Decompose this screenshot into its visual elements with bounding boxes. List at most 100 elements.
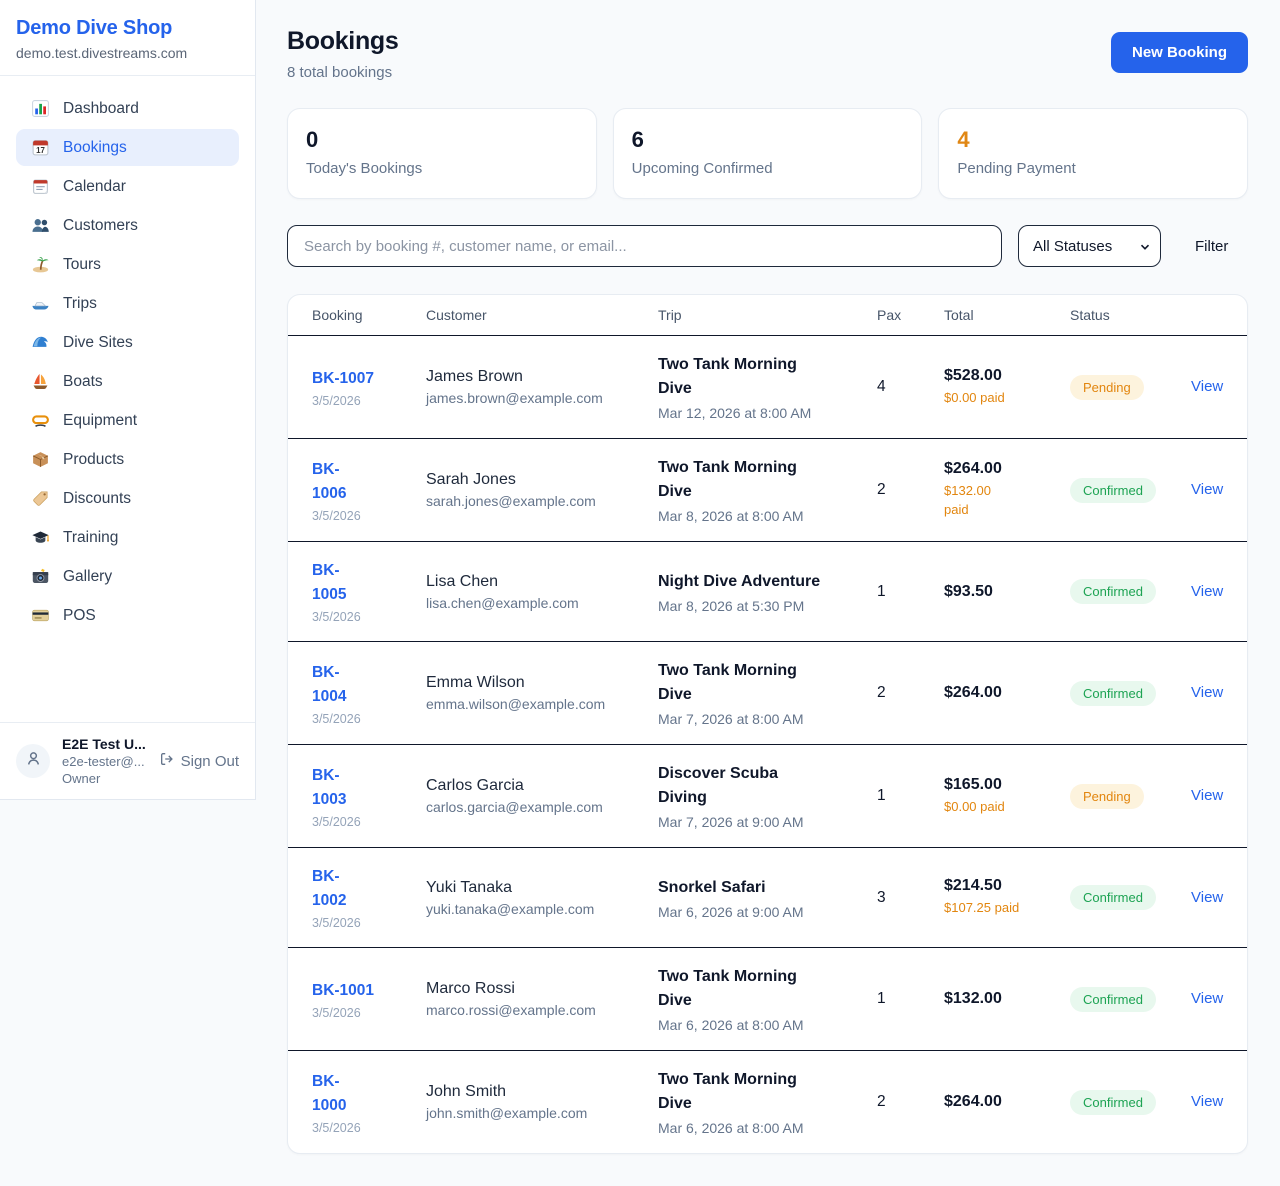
- cell-customer: Emma Wilson emma.wilson@example.com: [426, 674, 658, 712]
- table-row: BK- 1005 3/5/2026 Lisa Chen lisa.chen@ex…: [288, 542, 1247, 642]
- cell-customer: Sarah Jones sarah.jones@example.com: [426, 471, 658, 509]
- booking-date: 3/5/2026: [312, 394, 426, 408]
- cell-total: $214.50 $107.25 paid: [944, 877, 1070, 918]
- calendar-pad-icon: [31, 177, 50, 196]
- view-link[interactable]: View: [1191, 889, 1223, 906]
- sidebar-item-bookings[interactable]: 17Bookings: [16, 129, 239, 166]
- cell-customer: Carlos Garcia carlos.garcia@example.com: [426, 777, 658, 815]
- cell-status: Confirmed: [1070, 987, 1191, 1012]
- customer-email: lisa.chen@example.com: [426, 595, 658, 611]
- total-amount: $264.00: [944, 1093, 1070, 1111]
- customer-email: emma.wilson@example.com: [426, 696, 658, 712]
- sidebar-item-dive-sites[interactable]: Dive Sites: [16, 324, 239, 361]
- cell-customer: Yuki Tanaka yuki.tanaka@example.com: [426, 879, 658, 917]
- stat-value: 4: [957, 128, 1229, 152]
- stat-label: Pending Payment: [957, 160, 1229, 177]
- cell-total: $132.00: [944, 990, 1070, 1008]
- trip-datetime: Mar 12, 2026 at 8:00 AM: [658, 405, 837, 421]
- pax-value: 1: [877, 990, 944, 1008]
- cell-trip: Two Tank Morning Dive Mar 6, 2026 at 8:0…: [658, 1068, 877, 1136]
- booking-id-link[interactable]: BK- 1005: [312, 559, 426, 607]
- sidebar-item-equipment[interactable]: Equipment: [16, 402, 239, 439]
- view-link[interactable]: View: [1191, 1093, 1223, 1110]
- sidebar-item-discounts[interactable]: Discounts: [16, 480, 239, 517]
- cell-booking: BK- 1002 3/5/2026: [312, 865, 426, 930]
- cell-status: Pending: [1070, 784, 1191, 809]
- status-filter-select[interactable]: All Statuses: [1018, 225, 1161, 267]
- status-badge: Confirmed: [1070, 1090, 1156, 1115]
- sidebar-item-label: Boats: [63, 373, 103, 391]
- sign-out-button[interactable]: Sign Out: [159, 751, 239, 771]
- trip-name: Two Tank Morning Dive: [658, 1068, 837, 1116]
- user-role: Owner: [62, 771, 147, 786]
- sidebar-item-trips[interactable]: Trips: [16, 285, 239, 322]
- trip-datetime: Mar 7, 2026 at 9:00 AM: [658, 814, 837, 830]
- sidebar-item-label: Trips: [63, 295, 97, 313]
- view-link[interactable]: View: [1191, 481, 1223, 498]
- cell-view: View: [1191, 1093, 1223, 1111]
- stat-card: 0 Today's Bookings: [287, 108, 597, 199]
- sidebar-item-label: Training: [63, 529, 118, 547]
- svg-text:17: 17: [36, 146, 45, 155]
- cell-total: $165.00 $0.00 paid: [944, 776, 1070, 817]
- cell-trip: Discover Scuba Diving Mar 7, 2026 at 9:0…: [658, 762, 877, 830]
- status-badge: Confirmed: [1070, 885, 1156, 910]
- page-header: Bookings 8 total bookings New Booking: [287, 27, 1248, 81]
- booking-id-link[interactable]: BK- 1002: [312, 865, 426, 913]
- new-booking-button[interactable]: New Booking: [1111, 32, 1248, 73]
- customer-email: yuki.tanaka@example.com: [426, 901, 658, 917]
- cell-customer: John Smith john.smith@example.com: [426, 1083, 658, 1121]
- view-link[interactable]: View: [1191, 684, 1223, 701]
- sidebar-item-tours[interactable]: Tours: [16, 246, 239, 283]
- sailboat-icon: [31, 372, 50, 391]
- trip-datetime: Mar 8, 2026 at 5:30 PM: [658, 598, 837, 614]
- trip-name: Two Tank Morning Dive: [658, 456, 837, 504]
- credit-card-icon: [31, 606, 50, 625]
- sidebar-item-customers[interactable]: Customers: [16, 207, 239, 244]
- booking-id-link[interactable]: BK- 1004: [312, 661, 426, 709]
- customer-name: James Brown: [426, 368, 658, 386]
- customer-name: John Smith: [426, 1083, 658, 1101]
- cell-customer: Marco Rossi marco.rossi@example.com: [426, 980, 658, 1018]
- cell-view: View: [1191, 481, 1223, 499]
- search-input[interactable]: [287, 225, 1002, 267]
- table-row: BK- 1006 3/5/2026 Sarah Jones sarah.jone…: [288, 439, 1247, 542]
- paid-amount: $132.00 paid: [944, 482, 1070, 520]
- booking-id-link[interactable]: BK- 1006: [312, 458, 426, 506]
- sidebar-item-training[interactable]: Training: [16, 519, 239, 556]
- sidebar-nav: Dashboard17BookingsCalendarCustomersTour…: [0, 76, 255, 636]
- booking-date: 3/5/2026: [312, 1006, 426, 1020]
- cell-customer: Lisa Chen lisa.chen@example.com: [426, 573, 658, 611]
- view-link[interactable]: View: [1191, 787, 1223, 804]
- total-amount: $528.00: [944, 367, 1070, 385]
- view-link[interactable]: View: [1191, 583, 1223, 600]
- total-amount: $132.00: [944, 990, 1070, 1008]
- trip-name: Two Tank Morning Dive: [658, 659, 837, 707]
- sidebar-item-products[interactable]: Products: [16, 441, 239, 478]
- booking-id-link[interactable]: BK-1001: [312, 979, 426, 1003]
- view-link[interactable]: View: [1191, 990, 1223, 1007]
- sidebar-item-pos[interactable]: POS: [16, 597, 239, 634]
- cell-total: $528.00 $0.00 paid: [944, 367, 1070, 408]
- booking-id-link[interactable]: BK- 1003: [312, 764, 426, 812]
- cell-booking: BK- 1003 3/5/2026: [312, 764, 426, 829]
- island-icon: [31, 255, 50, 274]
- view-link[interactable]: View: [1191, 378, 1223, 395]
- stats-row: 0 Today's Bookings 6 Upcoming Confirmed …: [287, 108, 1248, 199]
- pax-value: 2: [877, 1093, 944, 1111]
- status-badge: Confirmed: [1070, 681, 1156, 706]
- sidebar-item-boats[interactable]: Boats: [16, 363, 239, 400]
- sidebar-item-dashboard[interactable]: Dashboard: [16, 90, 239, 127]
- calendar-date-icon: 17: [31, 138, 50, 157]
- sidebar-item-label: Products: [63, 451, 124, 469]
- sidebar-item-gallery[interactable]: Gallery: [16, 558, 239, 595]
- sidebar-item-calendar[interactable]: Calendar: [16, 168, 239, 205]
- filter-button[interactable]: Filter: [1195, 238, 1228, 255]
- trip-datetime: Mar 8, 2026 at 8:00 AM: [658, 508, 837, 524]
- booking-id-link[interactable]: BK-1007: [312, 367, 426, 391]
- user-name: E2E Test U...: [62, 736, 147, 752]
- total-amount: $93.50: [944, 583, 1070, 601]
- stat-card: 6 Upcoming Confirmed: [613, 108, 923, 199]
- booking-id-link[interactable]: BK- 1000: [312, 1070, 426, 1118]
- column-header-trip: Trip: [658, 295, 877, 335]
